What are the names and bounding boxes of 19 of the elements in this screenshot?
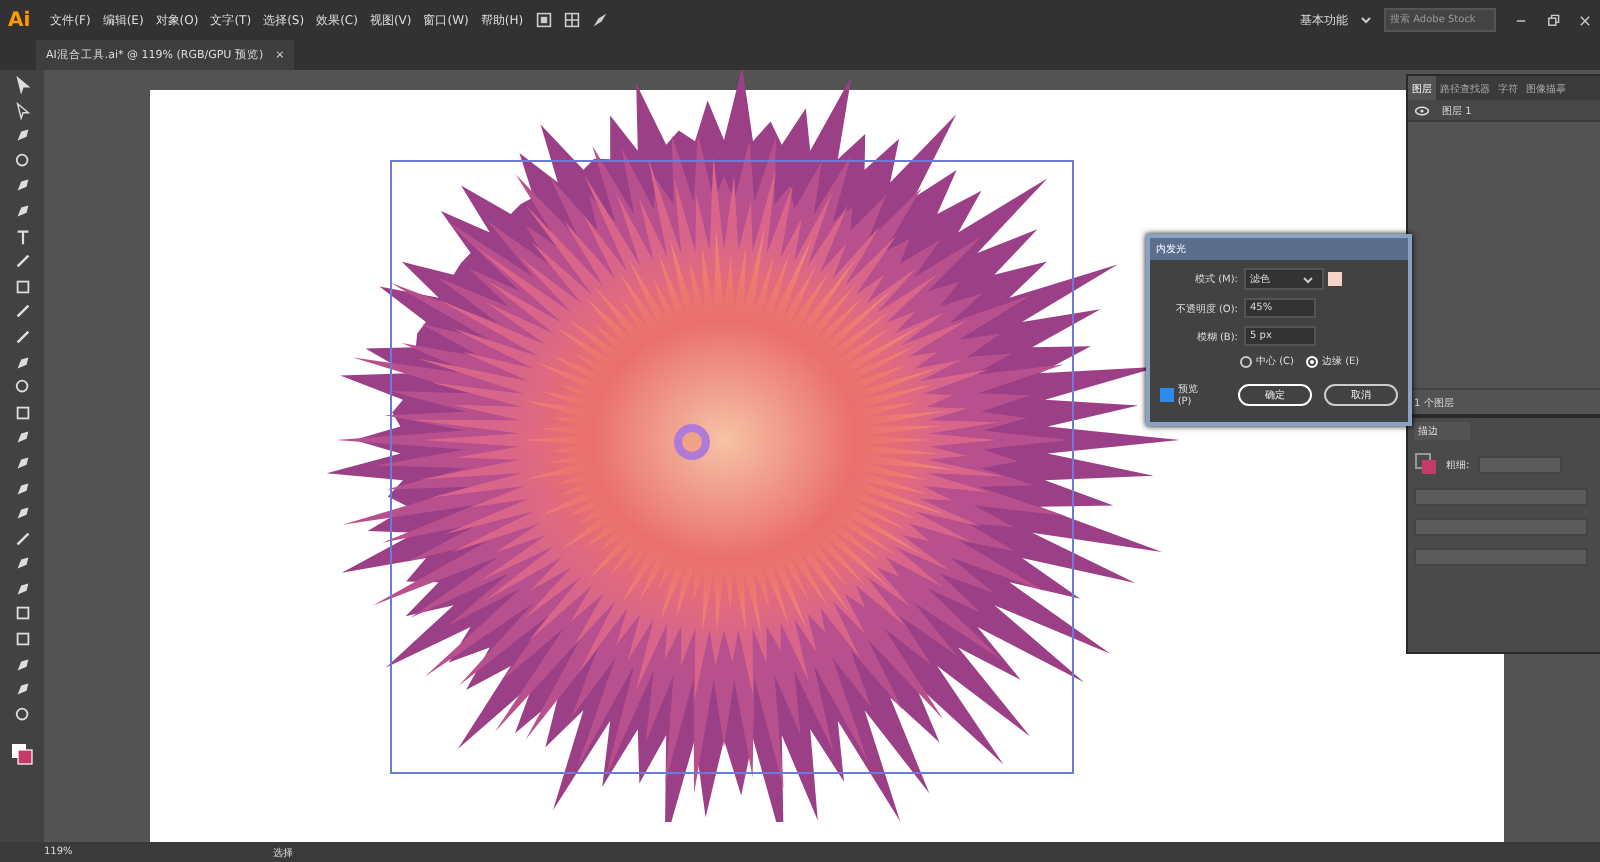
flower-center (674, 424, 710, 460)
line-tool-icon[interactable] (13, 252, 31, 271)
radio-button[interactable] (1240, 355, 1252, 367)
chevron-down-icon[interactable] (1302, 275, 1314, 283)
layout-icon[interactable] (563, 12, 580, 28)
grid-icon[interactable] (535, 12, 552, 28)
app-logo: Ai (8, 9, 31, 31)
fill-stroke-icon[interactable] (10, 742, 34, 767)
close-icon[interactable] (1578, 13, 1592, 27)
rect-tool-icon[interactable] (13, 277, 31, 296)
eye-icon[interactable] (1414, 105, 1430, 115)
color-swatch[interactable] (1328, 272, 1342, 286)
zoom-tool-icon[interactable] (13, 705, 31, 724)
text-tool-icon[interactable] (13, 227, 31, 246)
arrow-tool-icon[interactable] (13, 76, 31, 94)
restore-icon[interactable] (1546, 13, 1560, 27)
arrow2-tool-icon[interactable] (13, 101, 31, 120)
selection-box[interactable] (390, 160, 1074, 774)
chevron-down-icon[interactable] (1360, 16, 1372, 24)
